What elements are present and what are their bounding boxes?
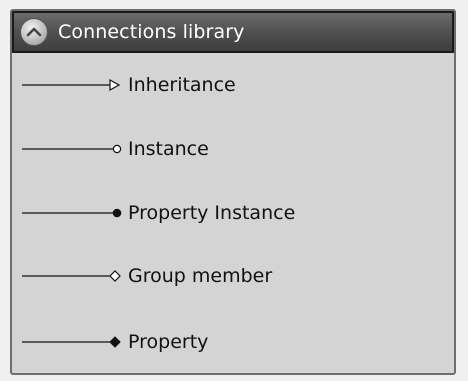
- inheritance-connector-icon: [22, 78, 121, 92]
- chevron-up-icon: [26, 27, 42, 37]
- collapse-button[interactable]: [20, 18, 48, 46]
- property-instance-connector-icon: [22, 208, 122, 218]
- group-member-connector-icon: [22, 270, 121, 282]
- connection-item-instance[interactable]: Instance: [12, 129, 442, 169]
- connections-library-panel: Connections library Inheritance Instance…: [10, 9, 456, 375]
- connection-item-group-member[interactable]: Group member: [12, 256, 442, 296]
- panel-title: Connections library: [58, 21, 245, 43]
- connection-label: Property: [128, 331, 209, 353]
- connection-item-inheritance[interactable]: Inheritance: [12, 65, 442, 105]
- instance-connector-icon: [22, 144, 122, 154]
- property-connector-icon: [22, 336, 121, 348]
- connection-label: Property Instance: [128, 202, 296, 224]
- connection-item-property[interactable]: Property: [12, 322, 442, 362]
- connection-label: Instance: [128, 138, 209, 160]
- connection-item-property-instance[interactable]: Property Instance: [12, 193, 442, 233]
- connection-label: Group member: [128, 265, 273, 287]
- connection-label: Inheritance: [128, 74, 236, 96]
- panel-header[interactable]: Connections library: [12, 11, 454, 53]
